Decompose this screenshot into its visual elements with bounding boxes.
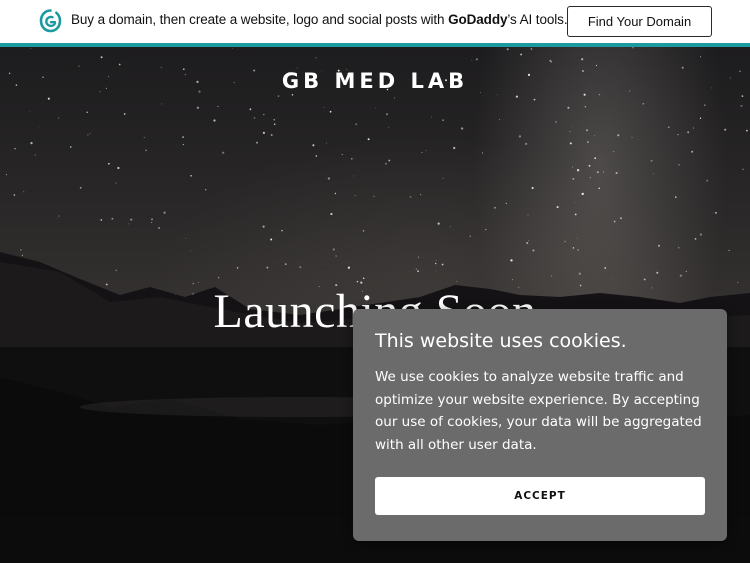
site-title: GB MED LAB — [281, 69, 469, 93]
promo-banner: Buy a domain, then create a website, log… — [0, 0, 750, 43]
accept-cookies-button[interactable]: ACCEPT — [375, 477, 705, 515]
cookie-dialog-message: We use cookies to analyze website traffi… — [375, 369, 702, 453]
cookie-dialog-title: This website uses cookies. — [375, 330, 627, 352]
cookie-consent-dialog: This website uses cookies. We use cookie… — [353, 309, 727, 541]
find-domain-button[interactable]: Find Your Domain — [567, 6, 712, 37]
godaddy-logo-icon[interactable] — [37, 8, 64, 34]
promo-message: Buy a domain, then create a website, log… — [71, 12, 568, 27]
promo-text-prefix: Buy a domain, then create a website, log… — [71, 12, 449, 27]
promo-text-suffix: ’s AI tools. — [507, 12, 568, 27]
promo-brand: GoDaddy — [448, 12, 508, 27]
